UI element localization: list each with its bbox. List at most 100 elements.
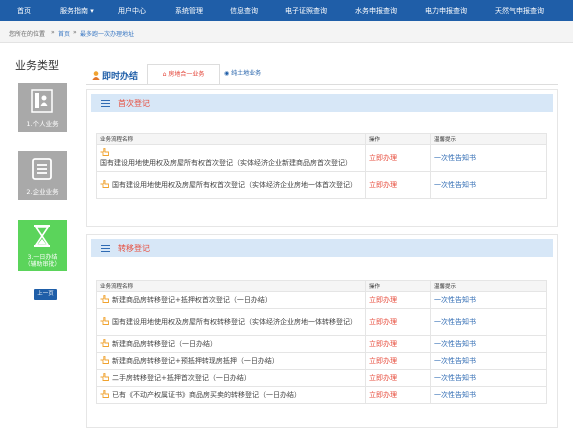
tab-land-only-label: 纯土地业务 [231, 70, 262, 77]
user-icon [92, 71, 100, 80]
sidebar-tile-label: 3.一日办结 （辅助审批） [18, 254, 67, 268]
nav-power-query[interactable]: 电力申报查询 [425, 6, 467, 16]
process-name-cell: 新建商品房转移登记（一日办结） [96, 335, 366, 353]
col-header-name: 业务流程名称 [96, 133, 366, 145]
table-header-row: 业务流程名称 操作 温馨提示 [96, 133, 547, 145]
col-header-name: 业务流程名称 [96, 280, 366, 292]
sidebar-tile-label-line1: 3.一日办结 [27, 254, 58, 261]
instant-handling-title: 即时办结 [92, 69, 138, 82]
table-header-row: 业务流程名称 操作 温馨提示 [96, 280, 547, 292]
sidebar-tile-label-line2: （辅助审批） [24, 261, 61, 268]
globe-icon: ◉ [224, 70, 230, 77]
notice-link[interactable]: 一次性告知书 [430, 308, 547, 336]
table-row: 已有《不动产权属证书》商品房买卖的转移登记（一日办结） 立即办理 一次性告知书 [96, 386, 547, 404]
process-table: 业务流程名称 操作 温馨提示 新建商品房转移登记+抵押权首次登记（一日办结） 立… [96, 280, 547, 404]
business-tabs: 即时办结 ⌂ 房地合一业务 ◉ 纯土地业务 [86, 64, 558, 86]
breadcrumb-home[interactable]: 首页 [58, 29, 70, 38]
handle-now-link[interactable]: 立即办理 [365, 144, 431, 172]
col-header-action: 操作 [365, 280, 431, 292]
pointing-hand-icon [100, 179, 109, 188]
process-name-cell: 新建商品房转移登记+预抵押转现房抵押（一日办结） [96, 352, 366, 370]
pointing-hand-icon [100, 389, 109, 398]
nav-service-guide[interactable]: 服务指南 ▾ [60, 6, 94, 16]
section-title: 首次登记 [118, 99, 150, 108]
nav-service-guide-label: 服务指南 [60, 7, 88, 15]
home-icon: ⌂ [162, 71, 167, 78]
col-header-tip: 温馨提示 [430, 280, 547, 292]
pointing-hand-icon [100, 355, 109, 364]
process-name: 新建商品房转移登记（一日办结） [112, 339, 217, 348]
breadcrumb-sep: » [73, 29, 77, 36]
handle-now-link[interactable]: 立即办理 [365, 386, 431, 404]
process-name-cell: 已有《不动产权属证书》商品房买卖的转移登记（一日办结） [96, 386, 366, 404]
process-name: 国有建设用地使用权及房屋所有权首次登记（实体经济企业新建商品房首次登记） [100, 158, 352, 167]
handle-now-link[interactable]: 立即办理 [365, 291, 431, 309]
nav-home[interactable]: 首页 [17, 6, 31, 16]
sidebar-title: 业务类型 [15, 59, 59, 72]
process-name: 已有《不动产权属证书》商品房买卖的转移登记（一日办结） [112, 390, 301, 399]
hourglass-icon [34, 225, 50, 247]
sidebar-tile-one-day[interactable]: 3.一日办结 （辅助审批） [18, 220, 67, 271]
breadcrumb: 您所在的位置 » 首页 » 最多跑一次办理地址 [0, 21, 573, 43]
nav-user-center[interactable]: 用户中心 [118, 6, 146, 16]
pointing-hand-icon [100, 148, 109, 156]
sidebar-tile-enterprise[interactable]: 2.企业业务 [18, 151, 67, 200]
prev-page-button[interactable]: 上一页 [34, 289, 57, 300]
menu-icon [101, 100, 110, 107]
notice-link[interactable]: 一次性告知书 [430, 335, 547, 353]
nav-system-admin[interactable]: 系统管理 [175, 6, 203, 16]
tab-house-land[interactable]: ⌂ 房地合一业务 [147, 64, 220, 84]
handle-now-link[interactable]: 立即办理 [365, 335, 431, 353]
notice-link[interactable]: 一次性告知书 [430, 386, 547, 404]
top-nav: 首页 服务指南 ▾ 用户中心 系统管理 信息查询 电子证照查询 水务申报查询 电… [0, 0, 573, 21]
notice-link[interactable]: 一次性告知书 [430, 144, 547, 172]
process-table: 业务流程名称 操作 温馨提示 国有建设用地使用权及房屋所有权首次登记（实体经济企… [96, 133, 547, 199]
process-name-cell: 国有建设用地使用权及房屋所有权首次登记（实体经济企业新建商品房首次登记） [96, 144, 366, 172]
notice-link[interactable]: 一次性告知书 [430, 369, 547, 387]
table-row: 国有建设用地使用权及房屋所有权首次登记（实体经济企业新建商品房首次登记） 立即办… [96, 144, 547, 172]
table-row: 新建商品房转移登记+抵押权首次登记（一日办结） 立即办理 一次性告知书 [96, 291, 547, 309]
process-name-cell: 二手房转移登记+抵押首次登记（一日办结） [96, 369, 366, 387]
section-header: 转移登记 [91, 239, 553, 257]
pointing-hand-icon [100, 372, 109, 381]
section-transfer-registration: 转移登记 业务流程名称 操作 温馨提示 新建商品房转移登记+抵押权首次登记（一日… [86, 234, 558, 428]
table-row: 国有建设用地使用权及房屋所有权转移登记（实体经济企业房地一体转移登记） 立即办理… [96, 308, 547, 336]
breadcrumb-current[interactable]: 最多跑一次办理地址 [80, 29, 134, 38]
notice-link[interactable]: 一次性告知书 [430, 171, 547, 199]
sidebar-tile-label: 1.个人业务 [26, 120, 59, 128]
nav-e-license-query[interactable]: 电子证照查询 [285, 6, 327, 16]
pointing-hand-icon [100, 294, 109, 303]
notice-link[interactable]: 一次性告知书 [430, 291, 547, 309]
section-first-registration: 首次登记 业务流程名称 操作 温馨提示 国有建设用地使用权及房屋所有权首次登记（… [86, 89, 558, 227]
process-name-cell: 国有建设用地使用权及房屋所有权转移登记（实体经济企业房地一体转移登记） [96, 308, 366, 336]
process-name: 国有建设用地使用权及房屋所有权首次登记（实体经济企业房地一体首次登记） [112, 180, 357, 189]
menu-icon [101, 245, 110, 252]
process-name: 新建商品房转移登记+抵押权首次登记（一日办结） [112, 295, 272, 304]
sidebar-tile-personal[interactable]: 1.个人业务 [18, 83, 67, 132]
tab-land-only[interactable]: ◉ 纯土地业务 [224, 64, 261, 84]
handle-now-link[interactable]: 立即办理 [365, 308, 431, 336]
process-name-cell: 国有建设用地使用权及房屋所有权首次登记（实体经济企业房地一体首次登记） [96, 171, 366, 199]
process-name: 新建商品房转移登记+预抵押转现房抵押（一日办结） [112, 356, 279, 365]
tabs-divider [86, 84, 558, 85]
handle-now-link[interactable]: 立即办理 [365, 171, 431, 199]
table-row: 二手房转移登记+抵押首次登记（一日办结） 立即办理 一次性告知书 [96, 369, 547, 387]
handle-now-link[interactable]: 立即办理 [365, 352, 431, 370]
notice-link[interactable]: 一次性告知书 [430, 352, 547, 370]
col-header-action: 操作 [365, 133, 431, 145]
section-header: 首次登记 [91, 94, 553, 112]
section-title: 转移登记 [118, 244, 150, 253]
nav-water-query[interactable]: 水务申报查询 [355, 6, 397, 16]
document-icon [32, 158, 52, 180]
table-row: 新建商品房转移登记+预抵押转现房抵押（一日办结） 立即办理 一次性告知书 [96, 352, 547, 370]
id-card-icon [31, 89, 53, 113]
instant-handling-label: 即时办结 [102, 72, 139, 82]
table-row: 国有建设用地使用权及房屋所有权首次登记（实体经济企业房地一体首次登记） 立即办理… [96, 171, 547, 199]
handle-now-link[interactable]: 立即办理 [365, 369, 431, 387]
table-row: 新建商品房转移登记（一日办结） 立即办理 一次性告知书 [96, 335, 547, 353]
nav-gas-query[interactable]: 天然气申报查询 [495, 6, 544, 16]
pointing-hand-icon [100, 316, 109, 325]
nav-info-query[interactable]: 信息查询 [230, 6, 258, 16]
process-name: 国有建设用地使用权及房屋所有权转移登记（实体经济企业房地一体转移登记） [112, 317, 357, 326]
tab-house-land-label: 房地合一业务 [168, 71, 205, 78]
